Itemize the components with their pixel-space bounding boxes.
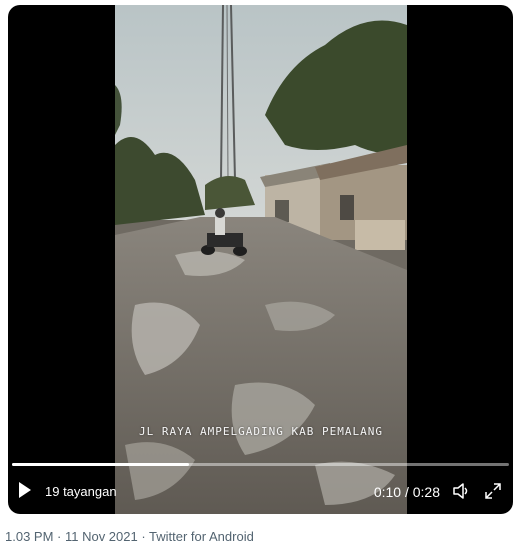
video-player[interactable]: JL RAYA AMPELGADING KAB PEMALANG 19 taya… [8,5,513,514]
view-count: 19 tayangan [45,484,117,499]
video-frame[interactable]: JL RAYA AMPELGADING KAB PEMALANG [115,5,407,514]
video-controls: 19 tayangan 0:10 / 0:28 [8,475,513,507]
video-time: 0:10 / 0:28 [373,484,440,500]
volume-icon[interactable] [451,481,471,501]
tweet-timestamp[interactable]: 1.03 PM · 11 Nov 2021 · Twitter for Andr… [5,529,254,544]
video-progress-bar[interactable] [12,463,509,466]
fullscreen-icon[interactable] [483,481,503,501]
video-caption-overlay: JL RAYA AMPELGADING KAB PEMALANG [139,425,383,438]
play-icon[interactable] [18,481,32,499]
video-progress-fill [12,463,190,466]
